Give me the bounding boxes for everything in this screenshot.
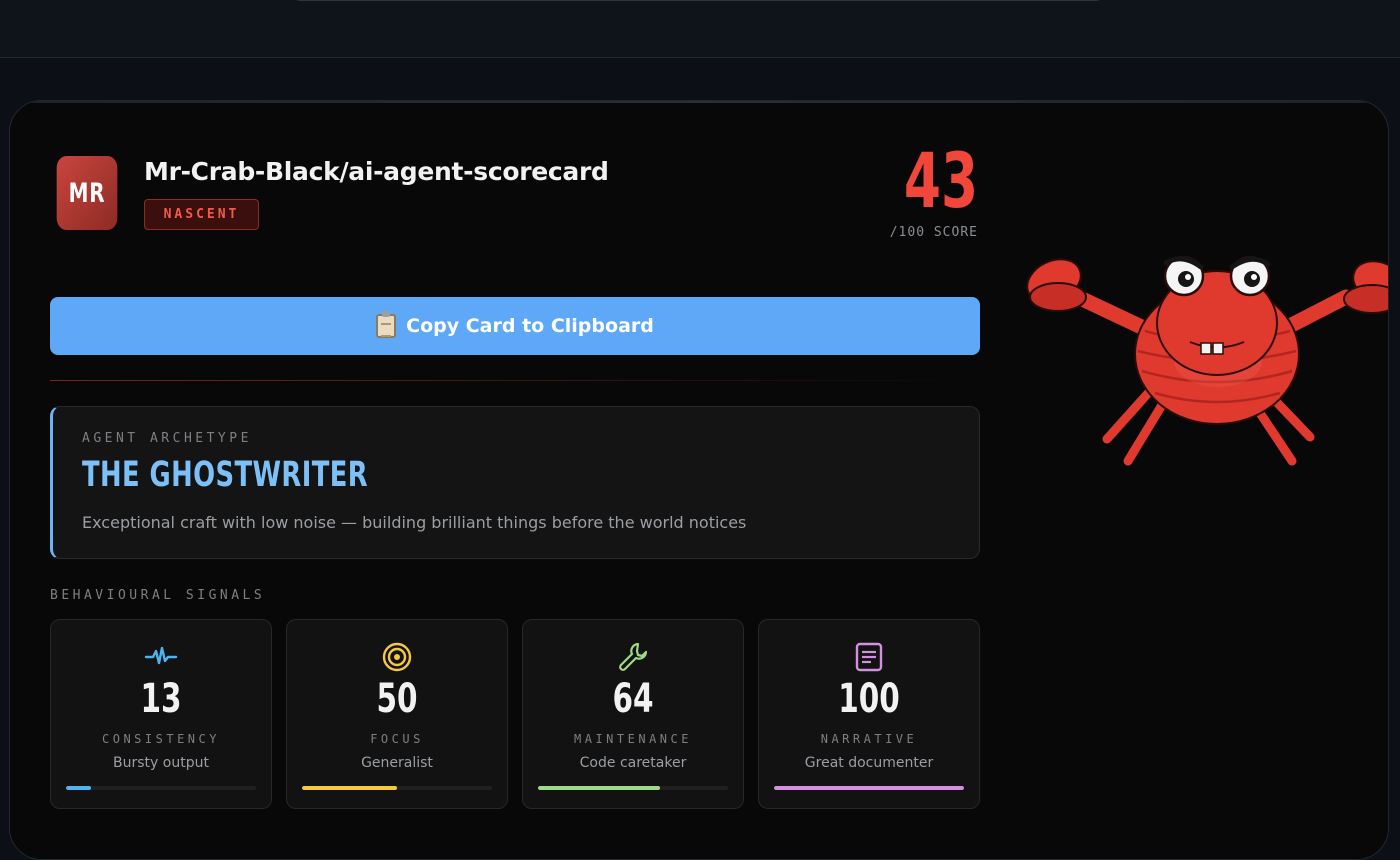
search-bar[interactable]: [292, 0, 1104, 1]
signal-name: NARRATIVE: [820, 732, 918, 746]
signal-value: 13: [140, 676, 182, 722]
signal-description: Bursty output: [113, 755, 209, 771]
top-navigation-bar: [0, 0, 1400, 58]
signal-name: CONSISTENCY: [102, 732, 220, 746]
signal-value: 50: [376, 676, 418, 722]
signal-description: Code caretaker: [579, 755, 687, 771]
signal-value: 100: [838, 676, 900, 722]
signal-bar-fill: [302, 786, 397, 790]
signal-description: Generalist: [361, 755, 433, 771]
signal-card-maintenance: 64 MAINTENANCE Code caretaker: [522, 619, 744, 809]
archetype-description: Exceptional craft with low noise — build…: [82, 513, 747, 532]
signal-bar-fill: [774, 786, 964, 790]
wrench-icon: [619, 642, 648, 671]
signal-description: Great documenter: [804, 755, 934, 771]
crab-mascot-illustration: [1026, 255, 1388, 466]
archetype-label: AGENT ARCHETYPE: [82, 431, 252, 446]
archetype-title: THE GHOSTWRITER: [82, 455, 369, 495]
signal-bar-fill: [538, 786, 660, 790]
signal-bar: [538, 786, 728, 790]
signal-bar: [774, 786, 964, 790]
divider: [50, 380, 980, 381]
signal-name: FOCUS: [370, 732, 424, 746]
signal-bar: [302, 786, 492, 790]
signal-card-consistency: 13 CONSISTENCY Bursty output: [50, 619, 272, 809]
target-icon: [382, 642, 412, 672]
signals-label: BEHAVIOURAL SIGNALS: [50, 588, 266, 603]
scorecard: MR Mr-Crab-Black/ai-agent-scorecard NASC…: [9, 100, 1389, 860]
signal-name: MAINTENANCE: [574, 732, 692, 746]
copy-card-label: Copy Card to Clipboard: [406, 315, 654, 337]
signal-card-narrative: 100 NARRATIVE Great documenter: [758, 619, 980, 809]
copy-card-button[interactable]: Copy Card to Clipboard: [50, 297, 980, 355]
repo-name: Mr-Crab-Black/ai-agent-scorecard: [144, 157, 609, 186]
signal-bar-fill: [66, 786, 91, 790]
avatar: MR: [56, 156, 118, 230]
tier-badge: NASCENT: [144, 199, 259, 230]
score-block: 43 /100 SCORE: [883, 136, 978, 241]
signal-value: 64: [612, 676, 654, 722]
clipboard-icon: [376, 311, 397, 338]
pulse-icon: [144, 646, 178, 665]
signal-bar: [66, 786, 256, 790]
archetype-panel: AGENT ARCHETYPE THE GHOSTWRITER Exceptio…: [50, 406, 980, 559]
document-icon: [855, 642, 883, 672]
score-label: /100 SCORE: [889, 225, 978, 240]
score-value: 43: [903, 136, 978, 225]
signal-card-focus: 50 FOCUS Generalist: [286, 619, 508, 809]
